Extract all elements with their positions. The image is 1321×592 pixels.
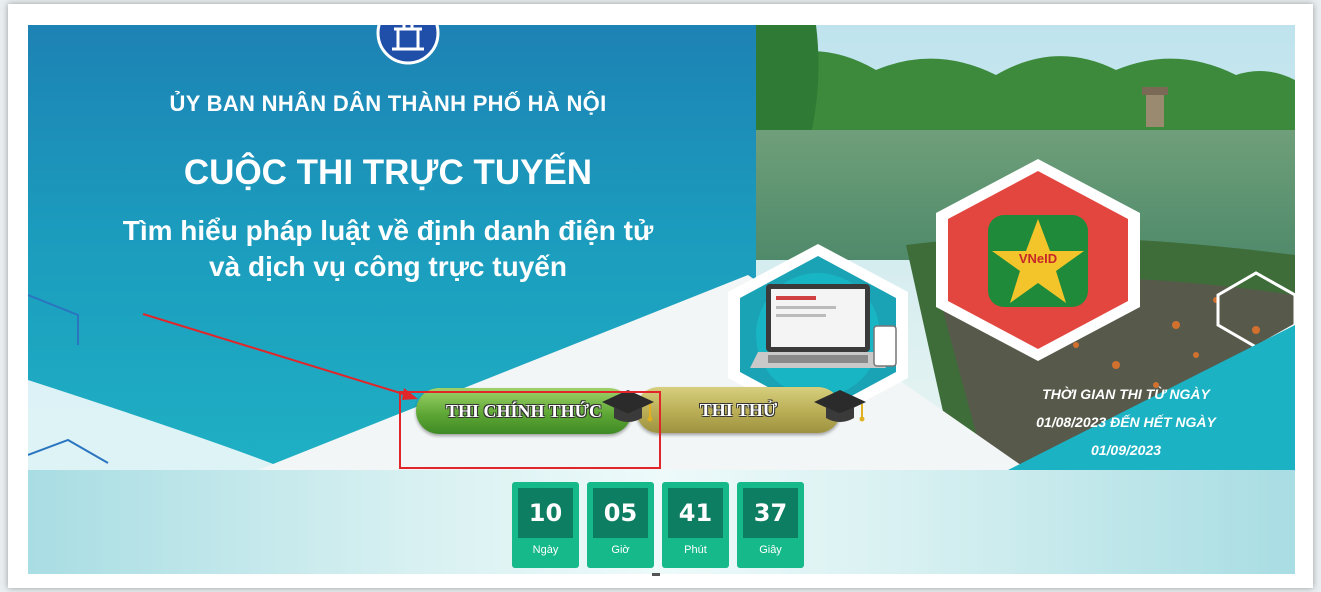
schedule-line1: THỜI GIAN THI TỪ NGÀY <box>1042 386 1210 402</box>
countdown-seconds: 37 Giây <box>737 482 804 568</box>
countdown-seconds-value: 37 <box>743 488 798 538</box>
organization-title: ỦY BAN NHÂN DÂN THÀNH PHỐ HÀ NỘI <box>169 91 607 116</box>
scroll-indicator <box>652 573 660 576</box>
countdown-hours-value: 05 <box>593 488 648 538</box>
countdown-seconds-label: Giây <box>759 544 782 556</box>
schedule-line3: 01/09/2023 <box>1090 442 1162 458</box>
hanoi-emblem-icon <box>376 25 440 65</box>
contest-subtitle-line1: Tìm hiểu pháp luật về định danh điện tử <box>122 215 654 246</box>
annotation-highlight-box <box>399 391 661 469</box>
countdown-minutes-value: 41 <box>668 488 723 538</box>
countdown-days-label: Ngày <box>532 544 559 556</box>
countdown-days-value: 10 <box>518 488 573 538</box>
countdown-days: 10 Ngày <box>512 482 579 568</box>
graduation-cap-icon <box>814 390 866 422</box>
contest-title: CUỘC THI TRỰC TUYẾN <box>183 153 593 192</box>
countdown-minutes: 41 Phút <box>662 482 729 568</box>
countdown-minutes-label: Phút <box>684 544 707 556</box>
schedule-line2: 01/08/2023 ĐẾN HẾT NGÀY <box>1036 414 1216 430</box>
countdown-hours-label: Giờ <box>611 544 630 556</box>
vneid-text: VNeID <box>1019 251 1057 266</box>
trial-exam-button[interactable]: THI THỬ <box>636 387 841 433</box>
vneid-logo-hexagon: VNeID <box>936 159 1140 361</box>
countdown-hours: 05 Giờ <box>587 482 654 568</box>
contest-subtitle-line2: và dịch vụ công trực tuyến <box>209 251 567 282</box>
